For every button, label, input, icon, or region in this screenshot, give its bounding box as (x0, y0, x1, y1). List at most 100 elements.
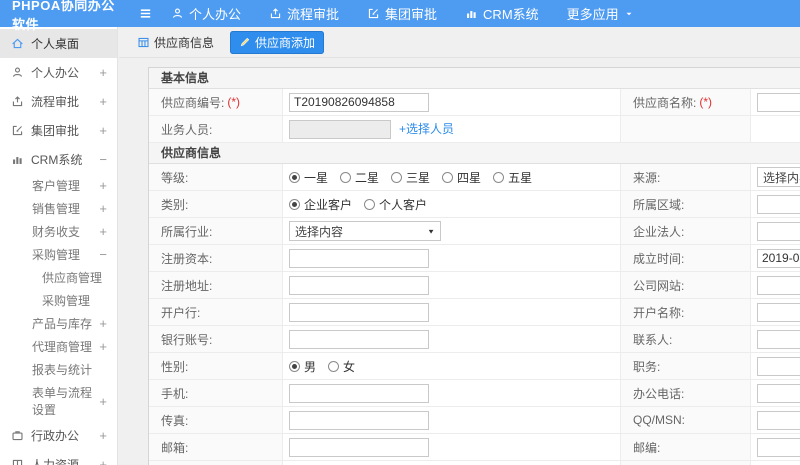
sidebar-item[interactable]: 个人办公 + (0, 58, 117, 87)
sidebar-item-label: 个人桌面 (31, 37, 80, 51)
form-row: 业务人员: +选择人员 (149, 116, 800, 143)
top-header-bar: PHPOA协同办公软件 个人办公 流程审批 集团审批 CRM系统 更多应用 (0, 0, 800, 32)
field-label: 邮箱: (161, 440, 189, 455)
expand-toggle[interactable]: + (99, 94, 107, 109)
expand-toggle[interactable]: + (99, 224, 107, 239)
field-wrap (289, 410, 429, 430)
text-input[interactable] (289, 329, 429, 349)
text-input[interactable] (757, 194, 800, 214)
field-wrap (757, 248, 800, 268)
radio-option[interactable]: 个人客户 (364, 196, 427, 213)
sidebar-item[interactable]: 采购管理 (0, 289, 117, 312)
field-label: 银行账号: (161, 332, 213, 347)
topnav-item[interactable]: 个人办公 (171, 4, 241, 23)
expand-toggle[interactable]: − (99, 247, 107, 262)
text-input[interactable] (289, 302, 429, 322)
expand-toggle[interactable]: + (99, 316, 107, 331)
text-input[interactable] (289, 410, 429, 430)
field-label: 职务: (633, 359, 661, 374)
sidebar-item[interactable]: 行政办公 + (0, 421, 117, 450)
topnav-item[interactable]: 集团审批 (367, 4, 437, 23)
sidebar-item[interactable]: 产品与库存 + (0, 312, 117, 335)
tab-label: 供应商信息 (154, 35, 215, 50)
text-input[interactable] (757, 410, 800, 430)
text-input[interactable] (289, 383, 429, 403)
sidebar-item[interactable]: 客户管理 + (0, 174, 117, 197)
text-input[interactable] (757, 329, 800, 349)
radio-option[interactable]: 一星 (289, 169, 328, 186)
radio-option[interactable]: 二星 (340, 169, 379, 186)
expand-toggle[interactable]: + (99, 201, 107, 216)
sidebar-item[interactable]: 销售管理 + (0, 197, 117, 220)
topnav-item[interactable]: 更多应用 (567, 4, 634, 23)
field-label: 所属区域: (633, 197, 685, 212)
sidebar-item[interactable]: 代理商管理 + (0, 335, 117, 358)
field-wrap (757, 356, 800, 376)
text-input[interactable] (289, 92, 429, 112)
sidebar-item[interactable]: 人力资源 + (0, 450, 117, 465)
text-input[interactable] (757, 302, 800, 322)
text-input[interactable] (757, 92, 800, 112)
radio-option[interactable]: 女 (328, 358, 355, 375)
expand-toggle[interactable]: + (99, 339, 107, 354)
sidebar-item[interactable]: 表单与流程设置 + (0, 381, 117, 421)
field-cell: 选择内容 ▼ (283, 218, 621, 244)
topnav-item[interactable]: CRM系统 (465, 4, 539, 23)
text-input[interactable] (289, 248, 429, 268)
tab-supplier-add[interactable]: 供应商添加 (230, 30, 325, 54)
readonly-input[interactable] (289, 119, 391, 139)
field-wrap (289, 329, 429, 349)
field-label: 注册资本: (161, 251, 213, 266)
expand-toggle[interactable]: + (99, 457, 107, 465)
field-cell (751, 245, 800, 271)
field-label: 业务人员: (161, 122, 213, 137)
sidebar-item[interactable]: 个人桌面 (0, 29, 117, 58)
sidebar-item[interactable]: 集团审批 + (0, 116, 117, 145)
sidebar-item[interactable]: 采购管理 − (0, 243, 117, 266)
home-icon (10, 37, 24, 50)
sidebar-item-label: 客户管理 (32, 179, 81, 193)
sidebar-item[interactable]: 供应商管理 (0, 266, 117, 289)
text-input[interactable] (757, 356, 800, 376)
text-input[interactable] (757, 275, 800, 295)
radio-option[interactable]: 男 (289, 358, 316, 375)
radio-label: 三星 (406, 170, 431, 185)
text-input[interactable] (289, 275, 429, 295)
text-input[interactable] (757, 248, 800, 268)
field-label: QQ/MSN: (633, 413, 686, 427)
expand-toggle[interactable]: − (99, 152, 107, 167)
radio-option[interactable]: 三星 (391, 169, 430, 186)
sidebar-item[interactable]: 报表与统计 (0, 358, 117, 381)
radio-label: 企业客户 (304, 197, 353, 212)
select-box[interactable]: 选择内容▼ (757, 167, 800, 187)
radio-option[interactable]: 四星 (442, 169, 481, 186)
sidebar-item[interactable]: CRM系统 − (0, 145, 117, 174)
sidebar-item[interactable]: 财务收支 + (0, 220, 117, 243)
topnav-item[interactable]: 流程审批 (269, 4, 339, 23)
field-wrap: +选择人员 (289, 119, 454, 139)
text-input[interactable] (757, 221, 800, 241)
field-wrap (289, 437, 429, 457)
sidebar-item-label: 财务收支 (32, 225, 81, 239)
text-input[interactable] (757, 437, 800, 457)
expand-toggle[interactable]: + (99, 65, 107, 80)
text-input[interactable] (289, 437, 429, 457)
select-box[interactable]: 选择内容▼ (289, 221, 441, 241)
sidebar-toggle-button[interactable] (138, 6, 153, 21)
tab-supplier-info[interactable]: 供应商信息 (131, 31, 220, 54)
sidebar-item[interactable]: 流程审批 + (0, 87, 117, 116)
field-label-cell: 职务: (621, 353, 751, 379)
radio-option[interactable]: 五星 (493, 169, 532, 186)
select-person-link[interactable]: +选择人员 (399, 122, 454, 136)
expand-toggle[interactable]: + (99, 428, 107, 443)
expand-toggle[interactable]: + (99, 123, 107, 138)
radio-label: 二星 (355, 170, 380, 185)
field-wrap (289, 275, 429, 295)
radio-option[interactable]: 企业客户 (289, 196, 352, 213)
expand-toggle[interactable]: + (99, 394, 107, 409)
field-wrap (757, 329, 800, 349)
expand-toggle[interactable]: + (99, 178, 107, 193)
sidebar-item-label: 集团审批 (31, 124, 80, 138)
text-input[interactable] (757, 383, 800, 403)
field-cell: 企业客户 个人客户 (283, 191, 621, 217)
